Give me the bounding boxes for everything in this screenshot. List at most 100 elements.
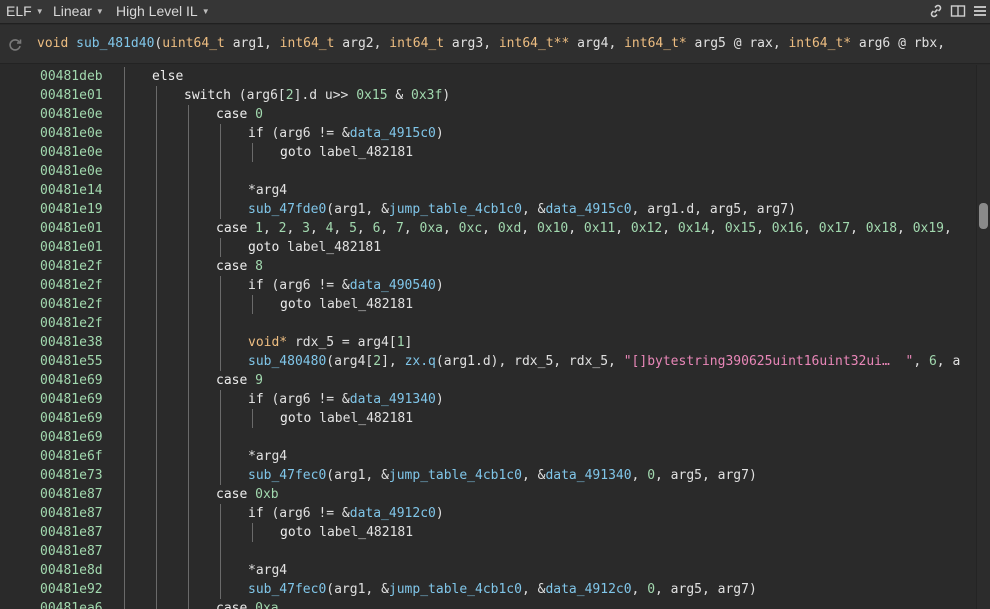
- code-line[interactable]: 00481e55 sub_480480(arg4[2], zx.q(arg1.d)…: [0, 352, 976, 371]
- code-line[interactable]: 00481e2f: [0, 314, 976, 333]
- code-line[interactable]: 00481e69 case 9: [0, 371, 976, 390]
- line-address[interactable]: 00481e6f: [40, 447, 103, 466]
- code-line[interactable]: 00481e01 switch (arg6[2].d u>> 0x15 & 0x3…: [0, 86, 976, 105]
- line-address[interactable]: 00481e19: [40, 200, 103, 219]
- line-address[interactable]: 00481e0e: [40, 143, 103, 162]
- line-address[interactable]: 00481e69: [40, 390, 103, 409]
- code-token: 0x17: [818, 221, 851, 236]
- il-level-dropdown[interactable]: High Level IL ▼: [116, 3, 210, 19]
- symbol-token[interactable]: data_4915c0: [545, 202, 631, 217]
- code-line[interactable]: 00481e0e if (arg6 != &data_4915c0): [0, 124, 976, 143]
- code-line[interactable]: 00481e87: [0, 542, 976, 561]
- signature-token: int64_t**: [498, 36, 570, 51]
- line-address[interactable]: 00481e69: [40, 409, 103, 428]
- line-address[interactable]: 00481e0e: [40, 105, 103, 124]
- indent-guide: [188, 390, 189, 409]
- refresh-icon[interactable]: [7, 37, 23, 53]
- code-token[interactable]: label_482181: [311, 297, 413, 312]
- code-line[interactable]: 00481e2f case 8: [0, 257, 976, 276]
- line-address[interactable]: 00481deb: [40, 67, 103, 86]
- symbol-token[interactable]: data_4912c0: [545, 582, 631, 597]
- line-address[interactable]: 00481e0e: [40, 162, 103, 181]
- view-type-dropdown[interactable]: ELF ▼: [6, 3, 44, 19]
- code-line[interactable]: 00481e01 goto label_482181: [0, 238, 976, 257]
- line-address[interactable]: 00481e69: [40, 428, 103, 447]
- scrollbar-thumb[interactable]: [979, 203, 988, 229]
- code-token[interactable]: label_482181: [279, 240, 381, 255]
- line-address[interactable]: 00481e38: [40, 333, 103, 352]
- symbol-token[interactable]: jump_table_4cb1c0: [389, 202, 522, 217]
- signature-token: void: [37, 36, 69, 51]
- code-line[interactable]: 00481deb else: [0, 67, 976, 86]
- code-line[interactable]: 00481e14 *arg4: [0, 181, 976, 200]
- symbol-token[interactable]: jump_table_4cb1c0: [389, 582, 522, 597]
- code-token: 2: [285, 88, 294, 103]
- code-line[interactable]: 00481e69 goto label_482181: [0, 409, 976, 428]
- line-address[interactable]: 00481e92: [40, 580, 103, 599]
- hamburger-menu-icon[interactable]: [972, 3, 988, 19]
- function-name-token[interactable]: zx.q: [405, 354, 436, 369]
- line-address[interactable]: 00481e2f: [40, 257, 103, 276]
- line-address[interactable]: 00481e87: [40, 504, 103, 523]
- code-token[interactable]: label_482181: [311, 525, 413, 540]
- layout-dropdown[interactable]: Linear ▼: [53, 3, 104, 19]
- symbol-token[interactable]: data_490540: [350, 278, 436, 293]
- link-icon[interactable]: [928, 3, 944, 19]
- code-line[interactable]: 00481e69: [0, 428, 976, 447]
- code-line[interactable]: 00481e69 if (arg6 != &data_491340): [0, 390, 976, 409]
- line-address[interactable]: 00481e69: [40, 371, 103, 390]
- code-token: , a: [936, 354, 961, 369]
- code-line[interactable]: 00481e92 sub_47fec0(arg1, &jump_table_4cb…: [0, 580, 976, 599]
- code-line[interactable]: 00481e38 void* rdx_5 = arg4[1]: [0, 333, 976, 352]
- function-name-token[interactable]: sub_480480: [248, 354, 326, 369]
- line-address[interactable]: 00481e2f: [40, 295, 103, 314]
- code-line[interactable]: 00481e2f if (arg6 != &data_490540): [0, 276, 976, 295]
- code-token[interactable]: label_482181: [311, 411, 413, 426]
- line-address[interactable]: 00481e87: [40, 542, 103, 561]
- symbol-token[interactable]: data_491340: [545, 468, 631, 483]
- line-address[interactable]: 00481e2f: [40, 276, 103, 295]
- code-line[interactable]: 00481e2f goto label_482181: [0, 295, 976, 314]
- line-address[interactable]: 00481ea6: [40, 599, 103, 609]
- code-token[interactable]: label_482181: [311, 145, 413, 160]
- indent-guide: [124, 428, 125, 447]
- code-line[interactable]: 00481ea6 case 0xa: [0, 599, 976, 609]
- line-address[interactable]: 00481e55: [40, 352, 103, 371]
- code-line[interactable]: 00481e01 case 1, 2, 3, 4, 5, 6, 7, 0xa, 0…: [0, 219, 976, 238]
- code-line[interactable]: 00481e87 goto label_482181: [0, 523, 976, 542]
- code-line[interactable]: 00481e73 sub_47fec0(arg1, &jump_table_4cb…: [0, 466, 976, 485]
- line-address[interactable]: 00481e87: [40, 523, 103, 542]
- vertical-scrollbar[interactable]: [976, 65, 990, 609]
- symbol-token[interactable]: data_4912c0: [350, 506, 436, 521]
- symbol-token[interactable]: jump_table_4cb1c0: [389, 468, 522, 483]
- function-name-token[interactable]: sub_47fec0: [248, 468, 326, 483]
- line-address[interactable]: 00481e01: [40, 86, 103, 105]
- line-address[interactable]: 00481e73: [40, 466, 103, 485]
- symbol-token[interactable]: data_4915c0: [350, 126, 436, 141]
- code-token: *arg4: [248, 449, 288, 464]
- code-line[interactable]: 00481e6f *arg4: [0, 447, 976, 466]
- code-line[interactable]: 00481e0e case 0: [0, 105, 976, 124]
- line-address[interactable]: 00481e01: [40, 238, 103, 257]
- hlil-code-view[interactable]: 00481deb else 00481e01 switch (arg6[2].d u>…: [0, 65, 976, 609]
- code-line[interactable]: 00481e87 if (arg6 != &data_4912c0): [0, 504, 976, 523]
- function-signature[interactable]: void sub_481d40(uint64_t arg1, int64_t a…: [37, 36, 945, 51]
- code-line[interactable]: 00481e8d *arg4: [0, 561, 976, 580]
- function-name-token[interactable]: sub_47fde0: [248, 202, 326, 217]
- line-address[interactable]: 00481e87: [40, 485, 103, 504]
- indent-guide: [252, 295, 253, 314]
- code-line[interactable]: 00481e0e: [0, 162, 976, 181]
- indent-guide: [124, 390, 125, 409]
- symbol-token[interactable]: data_491340: [350, 392, 436, 407]
- line-address[interactable]: 00481e2f: [40, 314, 103, 333]
- code-line[interactable]: 00481e19 sub_47fde0(arg1, &jump_table_4cb…: [0, 200, 976, 219]
- code-line[interactable]: 00481e87 case 0xb: [0, 485, 976, 504]
- code-line[interactable]: 00481e0e goto label_482181: [0, 143, 976, 162]
- line-address[interactable]: 00481e14: [40, 181, 103, 200]
- function-name-token[interactable]: sub_47fec0: [248, 582, 326, 597]
- line-address[interactable]: 00481e8d: [40, 561, 103, 580]
- split-view-icon[interactable]: [950, 3, 966, 19]
- line-address[interactable]: 00481e01: [40, 219, 103, 238]
- line-address[interactable]: 00481e0e: [40, 124, 103, 143]
- indent-guide: [156, 105, 157, 124]
